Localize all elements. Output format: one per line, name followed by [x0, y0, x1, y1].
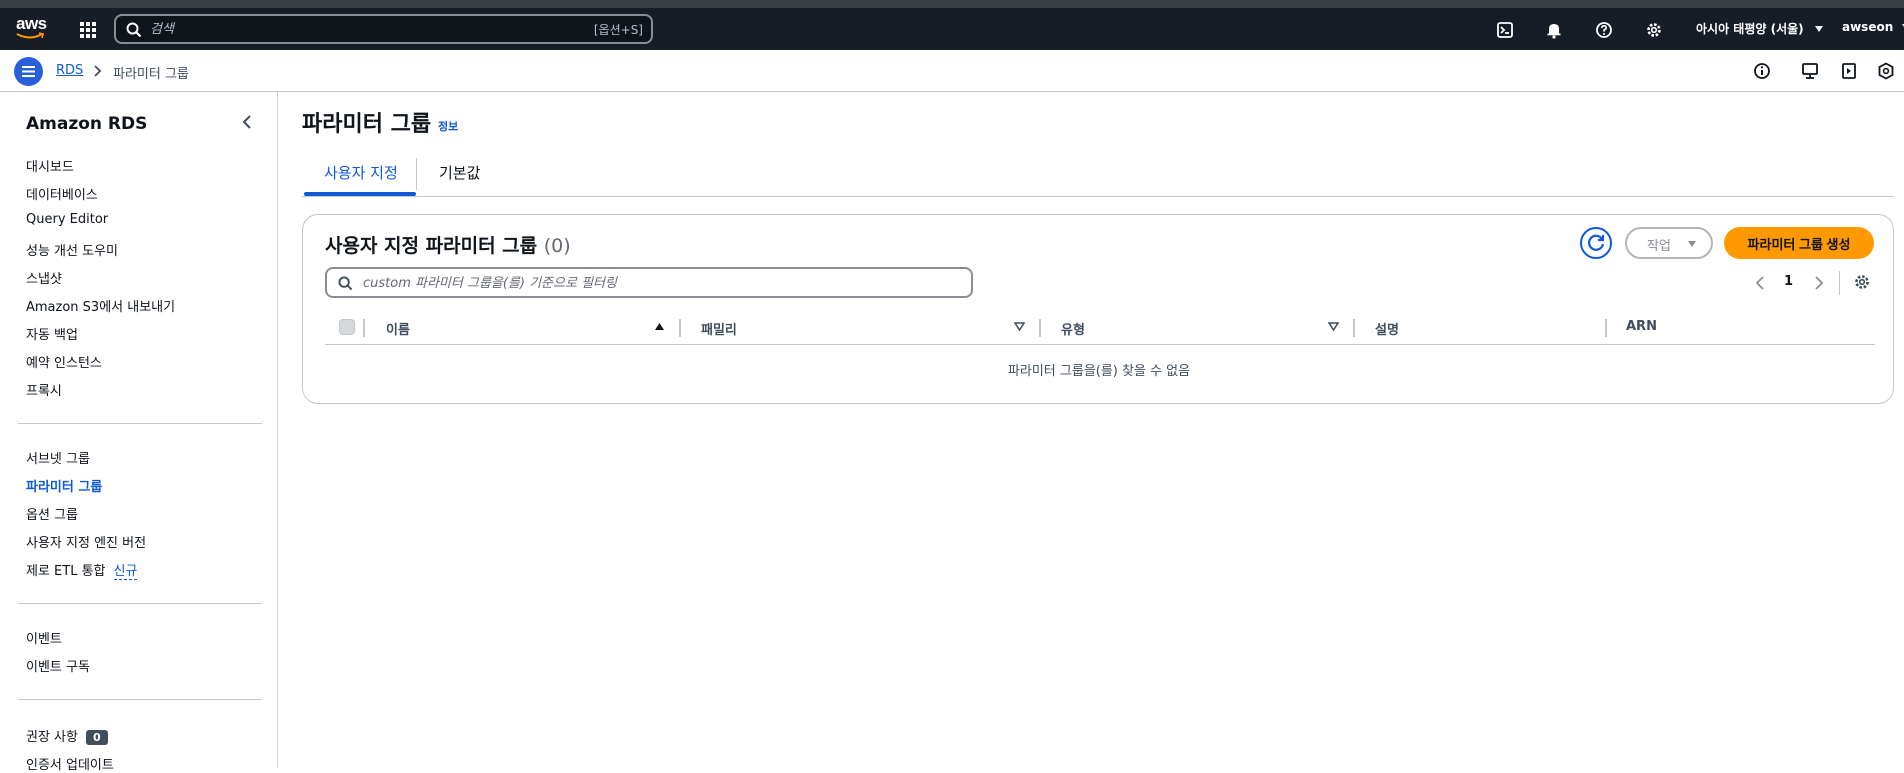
sidebar-item-parameter-groups[interactable]: 파라미터 그룹: [26, 476, 102, 495]
help-icon[interactable]: [1595, 21, 1613, 39]
bell-icon[interactable]: [1545, 21, 1563, 39]
chevron-left-icon: [242, 115, 251, 129]
caret-down-icon: [1814, 26, 1823, 32]
chevron-right-icon: [94, 65, 102, 77]
aws-logo[interactable]: aws: [14, 12, 48, 44]
sidebar-divider: [18, 603, 262, 604]
account-name: awseon: [1842, 20, 1894, 34]
create-parameter-group-button[interactable]: 파라미터 그룹 생성: [1724, 227, 1874, 259]
actions-dropdown-button[interactable]: 작업: [1625, 227, 1713, 259]
caret-down-icon: [1688, 241, 1696, 247]
browser-top-strip: [0, 0, 1904, 8]
column-divider: [1605, 319, 1607, 337]
tab-custom[interactable]: 사용자 지정: [324, 162, 398, 183]
sidebar-item-label: 제로 ETL 통합: [26, 564, 106, 579]
aws-top-navigation: aws [옵션+S] 아시아 태평양 (서울): [0, 8, 1904, 50]
sidebar-collapse-button[interactable]: [240, 114, 254, 134]
search-icon: [126, 22, 142, 38]
cloudshell-icon[interactable]: [1496, 21, 1514, 39]
tab-divider: [416, 158, 417, 190]
actions-label: 작업: [1647, 239, 1671, 254]
pagination-prev-icon[interactable]: [1755, 275, 1765, 291]
sidebar-item-snapshots[interactable]: 스냅샷: [26, 268, 62, 287]
sidebar-item-label: 권장 사항: [26, 730, 78, 745]
sidebar-item-databases[interactable]: 데이터베이스: [26, 184, 98, 203]
table-preferences-gear-icon[interactable]: [1853, 273, 1871, 291]
notebook-icon[interactable]: [1840, 62, 1858, 80]
table-header: 이름 패밀리 유형 설명 ARN: [325, 309, 1875, 345]
breadcrumb-rds-link[interactable]: RDS: [56, 63, 83, 78]
sidebar-divider: [18, 423, 262, 424]
global-search-input[interactable]: [150, 19, 550, 39]
aws-logo-text: aws: [16, 14, 47, 33]
sidebar-item-recommendations[interactable]: 권장 사항 0: [26, 726, 108, 745]
column-divider: [679, 319, 681, 337]
side-menu-button[interactable]: [14, 57, 43, 86]
region-selector[interactable]: 아시아 태평양 (서울): [1696, 20, 1824, 37]
sidebar-item-query-editor[interactable]: Query Editor: [26, 212, 108, 227]
pagination-current-page[interactable]: 1: [1784, 274, 1793, 289]
sort-icon[interactable]: [1014, 322, 1025, 331]
column-divider: [1039, 319, 1041, 337]
sidebar-item-events[interactable]: 이벤트: [26, 628, 62, 647]
sidebar-item-custom-engine-versions[interactable]: 사용자 지정 엔진 버전: [26, 532, 146, 551]
region-label: 아시아 태평양 (서울): [1696, 22, 1804, 36]
column-header-family[interactable]: 패밀리: [701, 319, 737, 338]
gear-icon[interactable]: [1645, 21, 1663, 39]
search-icon: [338, 276, 353, 291]
sidebar-item-performance-insights[interactable]: 성능 개선 도우미: [26, 240, 118, 259]
filter-input[interactable]: [363, 273, 953, 293]
column-header-type[interactable]: 유형: [1061, 319, 1085, 338]
sidebar-item-event-subscriptions[interactable]: 이벤트 구독: [26, 656, 90, 675]
container-count: (0): [543, 235, 571, 257]
new-tag: 신규: [113, 564, 138, 580]
pagination-next-icon[interactable]: [1814, 275, 1824, 291]
sidebar-item-reserved-instances[interactable]: 예약 인스턴스: [26, 352, 102, 371]
column-header-name[interactable]: 이름: [386, 319, 410, 338]
info-panel-icon[interactable]: [1753, 62, 1771, 80]
sidebar-item-s3-exports[interactable]: Amazon S3에서 내보내기: [26, 296, 175, 315]
filter-field[interactable]: [325, 267, 973, 298]
select-all-checkbox[interactable]: [339, 319, 355, 335]
refresh-button[interactable]: [1580, 227, 1612, 259]
aws-smile-icon: [16, 32, 44, 39]
global-search[interactable]: [옵션+S]: [114, 14, 653, 44]
pagination-divider: [1839, 271, 1840, 295]
container-title: 사용자 지정 파라미터 그룹 (0): [325, 231, 571, 258]
services-grid-icon[interactable]: [78, 20, 98, 40]
sidebar-item-option-groups[interactable]: 옵션 그룹: [26, 504, 78, 523]
container-title-text: 사용자 지정 파라미터 그룹: [325, 235, 538, 257]
sidebar: Amazon RDS 대시보드 데이터베이스 Query Editor 성능 개…: [0, 92, 278, 773]
count-badge: 0: [85, 730, 108, 745]
column-header-arn[interactable]: ARN: [1626, 319, 1657, 334]
sidebar-item-automated-backups[interactable]: 자동 백업: [26, 324, 78, 343]
sort-icon[interactable]: [1328, 322, 1339, 331]
account-menu[interactable]: awseon: [1842, 20, 1904, 34]
breadcrumb-bar: RDS 파라미터 그룹: [0, 50, 1904, 92]
sidebar-divider: [18, 699, 262, 700]
column-header-description[interactable]: 설명: [1375, 319, 1399, 338]
info-link[interactable]: 정보: [438, 118, 458, 134]
breadcrumb-current: 파라미터 그룹: [113, 67, 189, 82]
feedback-icon[interactable]: [1801, 62, 1819, 80]
settings-hex-icon[interactable]: [1877, 62, 1895, 80]
sidebar-item-proxies[interactable]: 프록시: [26, 380, 62, 399]
refresh-icon: [1588, 234, 1605, 251]
tabs-baseline: [302, 196, 1894, 197]
sidebar-item-dashboard[interactable]: 대시보드: [26, 156, 74, 175]
hamburger-icon: [22, 66, 35, 77]
sidebar-title: Amazon RDS: [26, 114, 148, 134]
sort-ascending-icon[interactable]: [654, 322, 665, 331]
column-divider: [363, 319, 365, 337]
search-shortcut-hint: [옵션+S]: [593, 23, 643, 37]
sidebar-item-zero-etl[interactable]: 제로 ETL 통합 신규: [26, 560, 138, 580]
parameter-groups-container: 사용자 지정 파라미터 그룹 (0) 작업 파라미터 그룹 생성 1 이름 패밀…: [302, 214, 1894, 404]
empty-state-message: 파라미터 그룹을(를) 찾을 수 없음: [1007, 364, 1191, 379]
sidebar-item-certificate-update[interactable]: 인증서 업데이트: [26, 754, 114, 773]
sidebar-item-subnet-groups[interactable]: 서브넷 그룹: [26, 448, 90, 467]
column-divider: [1353, 319, 1355, 337]
page-title: 파라미터 그룹: [302, 112, 432, 137]
tab-default[interactable]: 기본값: [439, 162, 480, 183]
